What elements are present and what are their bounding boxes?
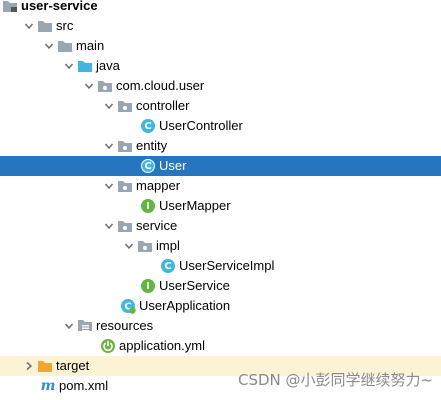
folder-icon [37, 18, 53, 34]
tree-node-service[interactable]: service [0, 216, 441, 236]
tree-node-user-application[interactable]: C UserApplication [0, 296, 441, 316]
tree-node-user[interactable]: C User [0, 156, 441, 176]
watermark: CSDN @小彭同学继续努力~ [238, 371, 434, 389]
tree-node-user-mapper[interactable]: I UserMapper [0, 196, 441, 216]
tree-node-impl[interactable]: impl [0, 236, 441, 256]
tree-node-label: User [159, 158, 187, 173]
tree-node-application-yml[interactable]: application.yml [0, 336, 441, 356]
project-tree: user-service src main java com.cloud.use… [0, 0, 441, 400]
tree-node-label: UserMapper [159, 198, 231, 213]
tree-node-label: UserService [159, 278, 230, 293]
tree-node-label: application.yml [119, 338, 205, 353]
chevron-down-icon[interactable] [101, 216, 117, 236]
tree-node-user-service-interface[interactable]: I UserService [0, 276, 441, 296]
chevron-down-icon[interactable] [101, 96, 117, 116]
chevron-right-icon[interactable] [21, 356, 37, 376]
package-icon [117, 98, 133, 114]
tree-node-src[interactable]: src [0, 16, 441, 36]
tree-node-label: UserApplication [139, 298, 231, 313]
tree-node-user-service-impl[interactable]: C UserServiceImpl [0, 256, 441, 276]
excluded-folder-icon [37, 358, 53, 374]
tree-node-java[interactable]: java [0, 56, 441, 76]
chevron-down-icon[interactable] [121, 236, 137, 256]
package-icon [117, 138, 133, 154]
tree-node-package[interactable]: com.cloud.user [0, 76, 441, 96]
chevron-down-icon[interactable] [101, 176, 117, 196]
tree-node-label: com.cloud.user [116, 78, 205, 93]
tree-node-label: controller [136, 98, 190, 113]
tree-node-label: src [56, 18, 74, 33]
chevron-down-icon[interactable] [81, 76, 97, 96]
tree-node-label: user-service [21, 0, 98, 13]
tree-node-mapper[interactable]: mapper [0, 176, 441, 196]
tree-node-label: mapper [136, 178, 181, 193]
interface-icon: I [140, 198, 156, 214]
chevron-down-icon[interactable] [41, 36, 57, 56]
source-folder-icon [77, 58, 93, 74]
tree-node-label: main [76, 38, 105, 53]
folder-icon [57, 38, 73, 54]
chevron-down-icon[interactable] [101, 136, 117, 156]
tree-node-resources[interactable]: resources [0, 316, 441, 336]
tree-node-label: UserController [159, 118, 243, 133]
maven-icon: m [40, 378, 56, 394]
tree-node-label: target [56, 358, 90, 373]
tree-node-controller[interactable]: controller [0, 96, 441, 116]
chevron-down-icon[interactable] [21, 16, 37, 36]
class-icon: C [160, 258, 176, 274]
tree-node-label: pom.xml [59, 378, 109, 393]
tree-node-label: java [96, 58, 120, 73]
tree-node-label: UserServiceImpl [179, 258, 275, 273]
package-icon [117, 178, 133, 194]
interface-icon: I [140, 278, 156, 294]
package-icon [137, 238, 153, 254]
tree-node-label: resources [96, 318, 154, 333]
tree-node-user-controller[interactable]: C UserController [0, 116, 441, 136]
module-folder-icon [2, 0, 18, 14]
package-icon [97, 78, 113, 94]
spring-config-icon [100, 338, 116, 354]
chevron-down-icon[interactable] [61, 316, 77, 336]
tree-node-label: impl [156, 238, 180, 253]
package-icon [117, 218, 133, 234]
tree-node-label: entity [136, 138, 168, 153]
tree-node-entity[interactable]: entity [0, 136, 441, 156]
chevron-down-icon[interactable] [61, 56, 77, 76]
spring-boot-class-icon: C [120, 298, 136, 314]
tree-node-main[interactable]: main [0, 36, 441, 56]
class-icon: C [140, 118, 156, 134]
tree-node-label: service [136, 218, 178, 233]
resources-folder-icon [77, 318, 93, 334]
tree-node-user-service[interactable]: user-service [0, 0, 441, 16]
class-icon: C [140, 158, 156, 174]
